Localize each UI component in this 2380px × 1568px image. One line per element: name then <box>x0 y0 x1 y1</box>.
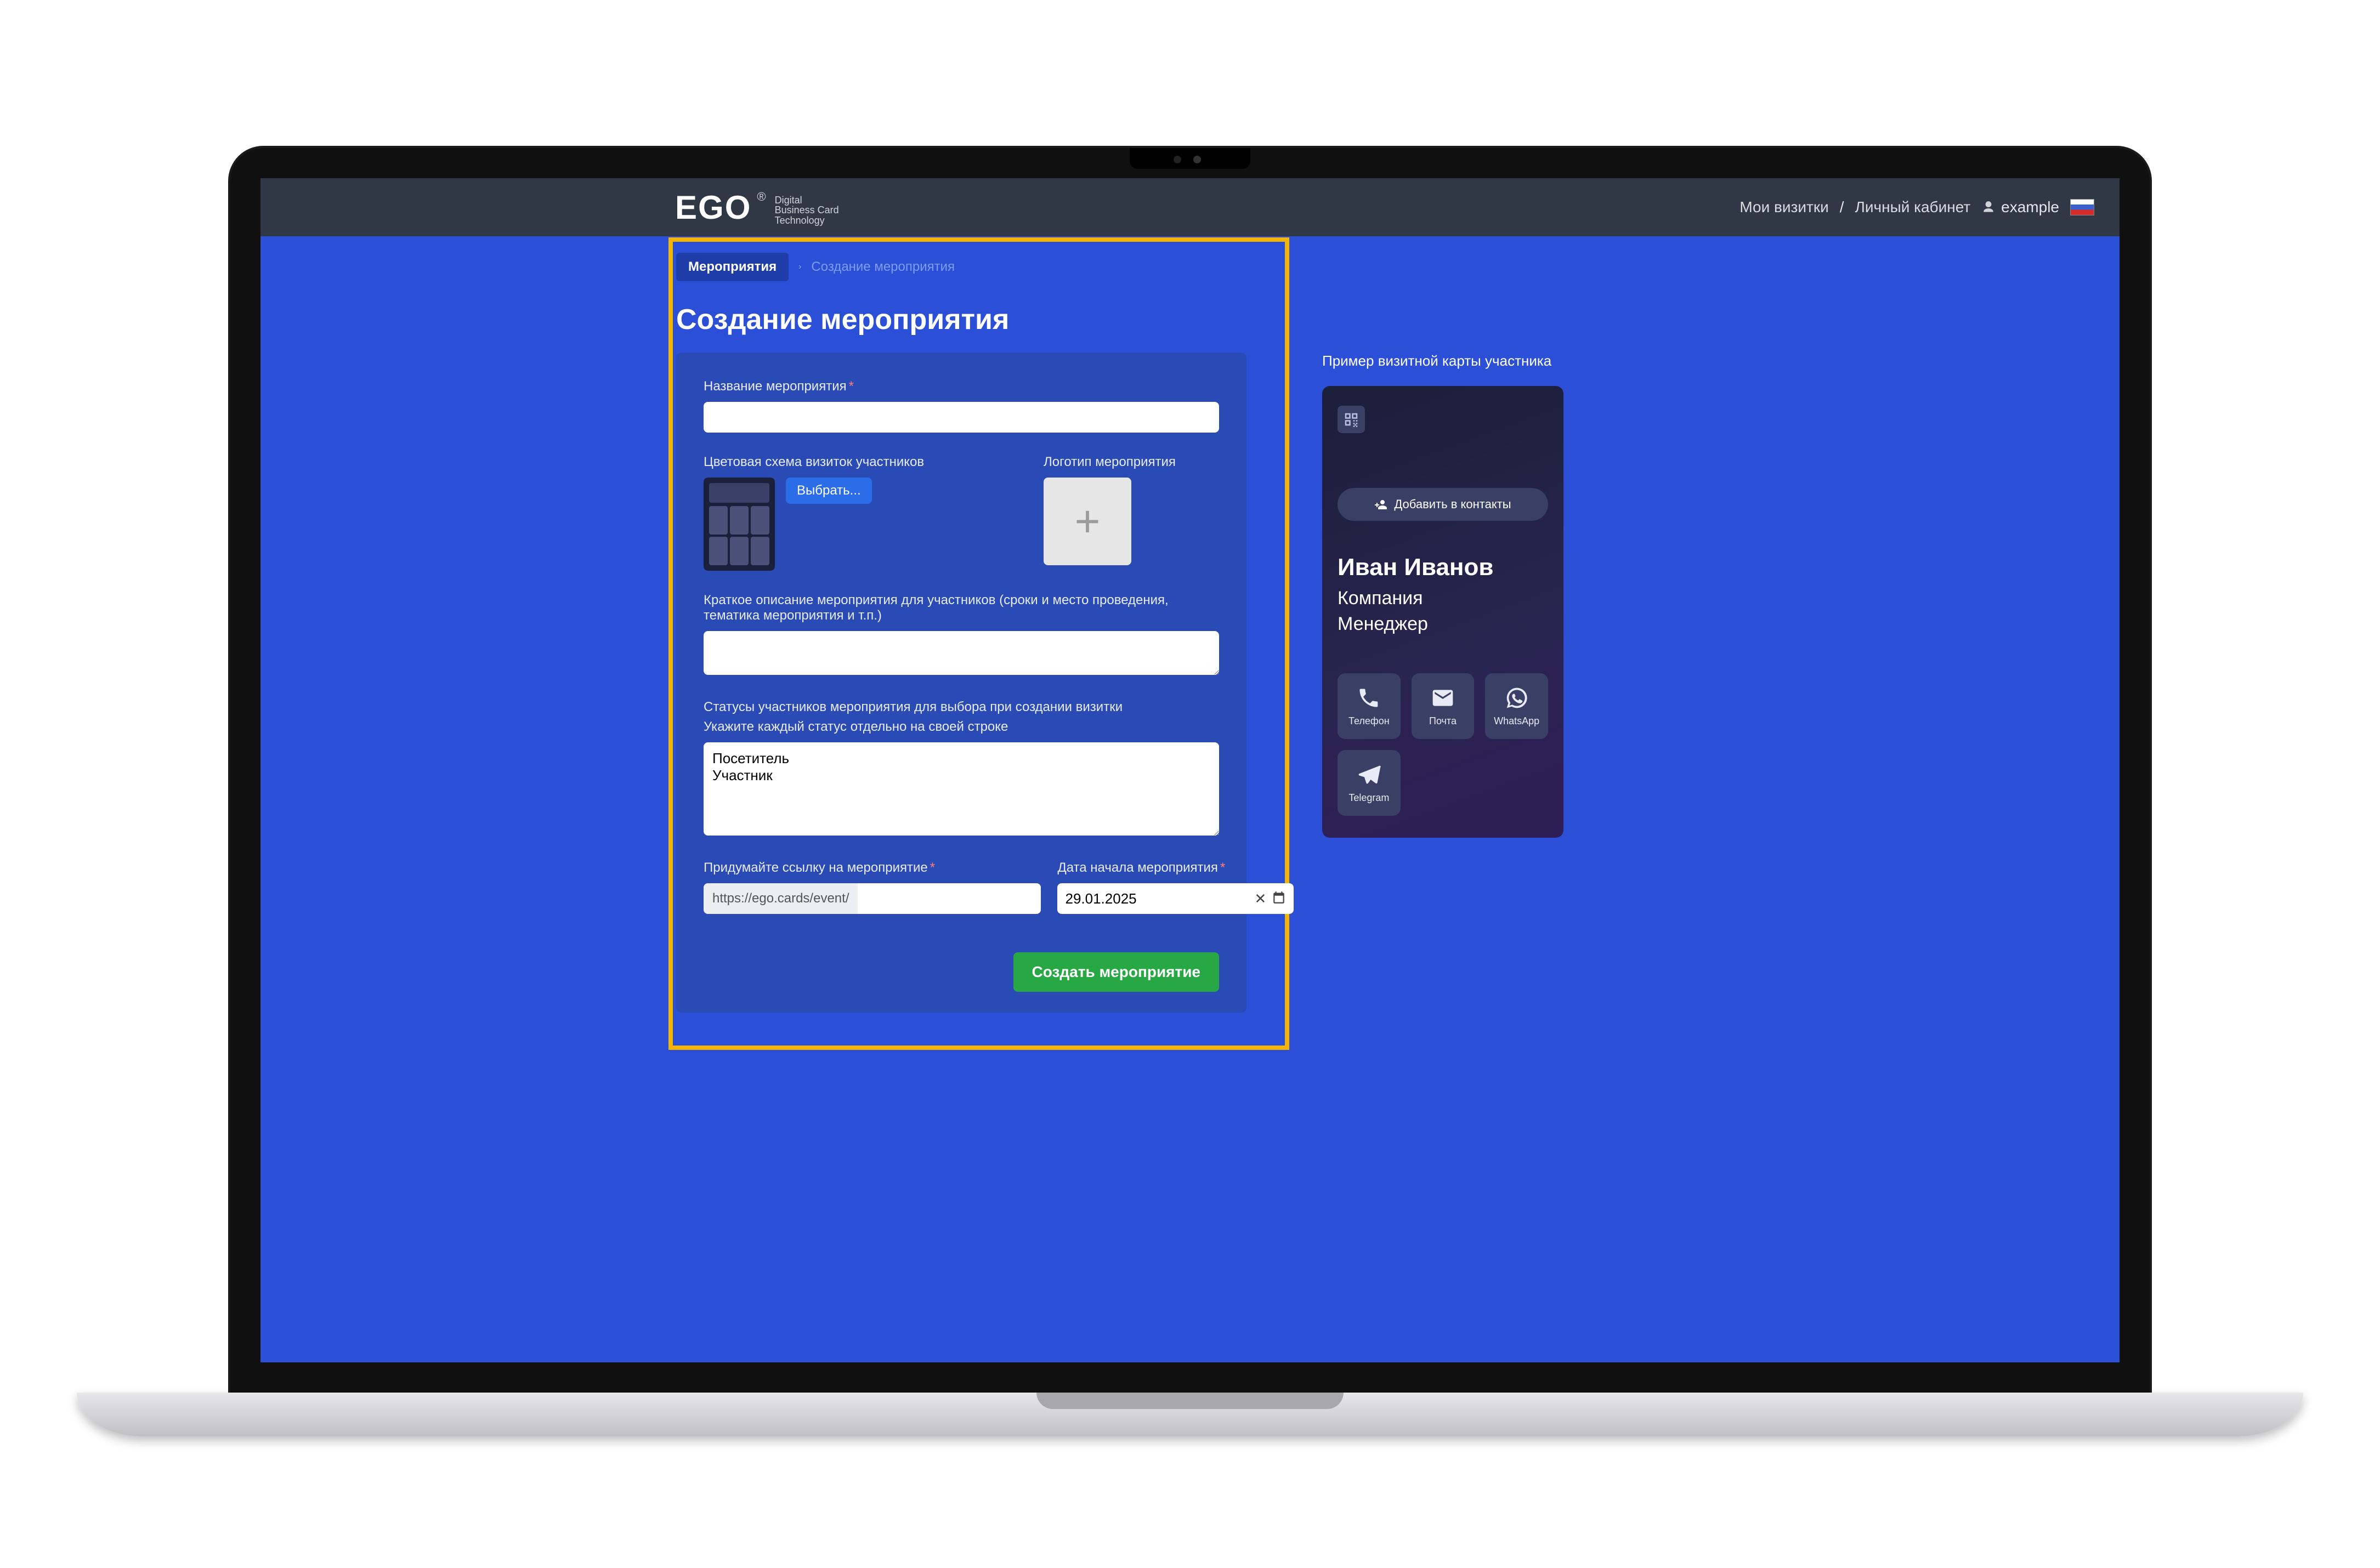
color-scheme-preview <box>704 478 775 571</box>
nav-divider: / <box>1840 198 1844 216</box>
contact-whatsapp[interactable]: WhatsApp <box>1485 673 1548 739</box>
card-role: Менеджер <box>1338 613 1548 635</box>
event-link-field[interactable]: https://ego.cards/event/ <box>704 883 1041 914</box>
language-flag-ru[interactable] <box>2070 199 2094 215</box>
add-user-icon <box>1374 498 1387 511</box>
whatsapp-icon <box>1505 686 1529 710</box>
create-event-button[interactable]: Создать мероприятие <box>1013 952 1219 992</box>
business-card-preview: Добавить в контакты Иван Иванов Компания… <box>1322 386 1563 838</box>
plus-icon: + <box>1075 496 1101 547</box>
date-label: Дата начала мероприятия* <box>1057 860 1294 876</box>
logo-tagline: Digital Business Card Technology <box>775 195 839 226</box>
clear-date-icon[interactable]: ✕ <box>1254 890 1266 907</box>
event-link-input[interactable] <box>858 883 1041 914</box>
laptop-mockup: EGO ® Digital Business Card Technology М… <box>230 148 2150 1436</box>
logo-label: Логотип мероприятия <box>1044 455 1219 470</box>
link-prefix: https://ego.cards/event/ <box>704 883 858 914</box>
user-icon <box>1981 200 1996 214</box>
contact-mail[interactable]: Почта <box>1412 673 1475 739</box>
logo[interactable]: EGO ® Digital Business Card Technology <box>675 189 839 226</box>
user-menu[interactable]: example <box>1981 198 2059 216</box>
phone-icon <box>1357 686 1381 710</box>
header-nav: Мои визитки / Личный кабинет example <box>1739 198 2094 216</box>
qr-icon[interactable] <box>1338 406 1365 433</box>
color-scheme-label: Цветовая схема визиток участников <box>704 455 1005 470</box>
notch <box>1130 148 1250 169</box>
date-input[interactable] <box>1065 883 1249 914</box>
camera-icon <box>1174 156 1181 163</box>
event-name-input[interactable] <box>704 402 1219 433</box>
content: Мероприятия › Создание мероприятия Созда… <box>676 236 1576 1050</box>
choose-scheme-button[interactable]: Выбрать... <box>786 478 872 504</box>
user-name: example <box>2001 198 2059 216</box>
screen: EGO ® Digital Business Card Technology М… <box>260 178 2120 1362</box>
date-field[interactable]: ✕ <box>1057 883 1294 914</box>
telegram-icon <box>1357 763 1381 787</box>
preview-title: Пример визитной карты участника <box>1322 353 1569 370</box>
description-label: Краткое описание мероприятия для участни… <box>704 593 1219 623</box>
add-to-contacts-label: Добавить в контакты <box>1394 497 1511 512</box>
mail-icon <box>1431 686 1455 710</box>
link-label: Придумайте ссылку на мероприятие* <box>704 860 1041 876</box>
description-input[interactable] <box>704 631 1219 675</box>
add-to-contacts-button[interactable]: Добавить в контакты <box>1338 488 1548 521</box>
laptop-bezel: EGO ® Digital Business Card Technology М… <box>230 148 2150 1393</box>
logo-upload[interactable]: + <box>1044 478 1131 565</box>
laptop-base <box>77 1393 2303 1436</box>
highlight-frame: Название мероприятия* Цветовая схема виз… <box>668 237 1289 1050</box>
card-name: Иван Иванов <box>1338 554 1548 581</box>
status-label-1: Статусы участников мероприятия для выбор… <box>704 700 1219 715</box>
nav-my-cards[interactable]: Мои визитки <box>1739 198 1828 216</box>
contact-phone[interactable]: Телефон <box>1338 673 1401 739</box>
card-company: Компания <box>1338 588 1548 609</box>
nav-account[interactable]: Личный кабинет <box>1855 198 1971 216</box>
app-header: EGO ® Digital Business Card Technology М… <box>260 178 2120 236</box>
registered-icon: ® <box>757 190 766 204</box>
logo-text: EGO <box>675 189 751 226</box>
statuses-input[interactable] <box>704 742 1219 836</box>
create-event-form: Название мероприятия* Цветовая схема виз… <box>676 353 1246 1013</box>
status-label-2: Укажите каждый статус отдельно на своей … <box>704 719 1219 735</box>
calendar-icon[interactable] <box>1272 890 1286 907</box>
contact-telegram[interactable]: Telegram <box>1338 750 1401 816</box>
preview-section: Пример визитной карты участника Добавить… <box>1322 353 1569 838</box>
event-name-label: Название мероприятия* <box>704 379 1219 394</box>
